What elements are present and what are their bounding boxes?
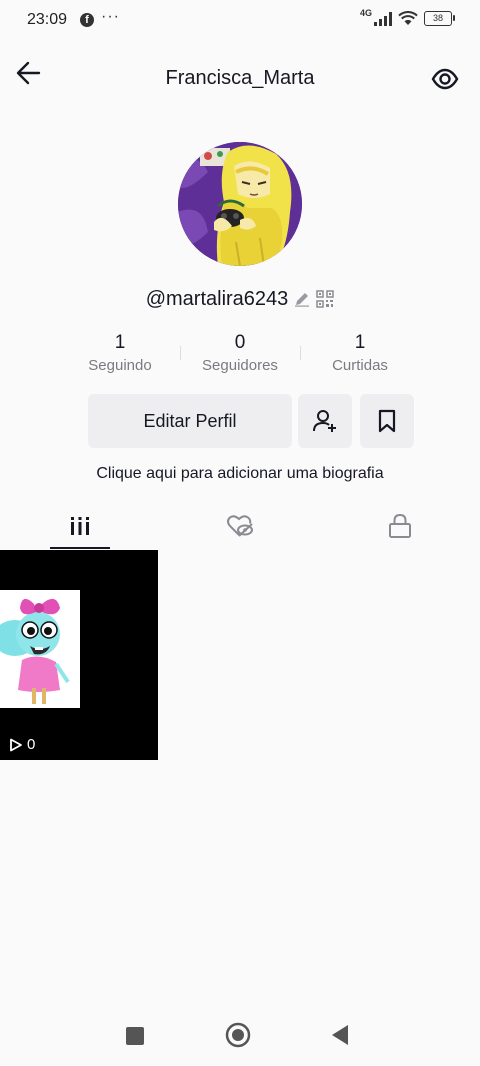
bio-prompt[interactable]: Clique aqui para adicionar uma biografia xyxy=(0,465,480,483)
page-title: Francisca_Marta xyxy=(165,67,315,89)
view-count: 0 xyxy=(27,736,36,753)
wifi-icon xyxy=(398,11,418,25)
profile-stats: 1 Seguindo 0 Seguidores 1 Curtidas xyxy=(60,332,420,374)
qr-code-icon[interactable] xyxy=(316,290,335,308)
cartoon-character-image xyxy=(0,590,80,708)
active-tab-indicator xyxy=(50,547,110,549)
status-bar: 23:09 f ··· 4G 38 xyxy=(0,0,480,42)
stat-likes[interactable]: 1 Curtidas xyxy=(300,332,420,374)
home-button[interactable] xyxy=(225,1022,251,1053)
avatar-illustration xyxy=(178,142,302,266)
video-preview-image xyxy=(0,590,80,708)
tab-videos[interactable] xyxy=(0,502,160,550)
videos-grid-icon xyxy=(71,517,89,535)
stat-followers[interactable]: 0 Seguidores xyxy=(180,332,300,374)
more-notifications-icon: ··· xyxy=(101,8,120,25)
content-tabs xyxy=(0,502,480,550)
stat-label: Curtidas xyxy=(332,357,388,374)
battery-icon: 38 xyxy=(424,11,455,26)
avatar[interactable] xyxy=(178,142,302,266)
add-user-icon xyxy=(313,410,336,432)
home-circle-icon xyxy=(225,1022,251,1048)
stat-label: Seguidores xyxy=(202,357,278,374)
stat-value: 0 xyxy=(234,332,246,353)
system-back-button[interactable] xyxy=(330,1024,350,1051)
system-navigation-bar xyxy=(0,1010,480,1066)
back-triangle-icon xyxy=(332,1025,348,1045)
tab-liked[interactable] xyxy=(160,502,320,550)
facebook-notification-icon: f xyxy=(80,13,94,27)
stat-label: Seguindo xyxy=(88,357,152,374)
status-time: 23:09 xyxy=(27,11,68,28)
add-friends-button[interactable] xyxy=(298,394,352,448)
square-icon xyxy=(126,1027,144,1045)
username: @martalira6243 xyxy=(145,287,289,310)
recents-button[interactable] xyxy=(125,1026,145,1051)
signal-icon xyxy=(374,11,392,26)
edit-profile-button[interactable]: Editar Perfil xyxy=(88,394,292,448)
network-type: 4G xyxy=(359,7,372,18)
liked-hidden-icon xyxy=(227,515,253,537)
bookmark-icon xyxy=(378,409,396,433)
favorites-button[interactable] xyxy=(360,394,414,448)
profile-views-button[interactable] xyxy=(430,64,460,94)
eye-icon xyxy=(431,68,459,90)
edit-pencil-icon[interactable] xyxy=(294,291,310,307)
lock-icon xyxy=(389,513,411,538)
video-view-count: 0 xyxy=(9,736,35,753)
stat-value: 1 xyxy=(114,332,126,353)
tab-private[interactable] xyxy=(320,502,480,550)
play-icon xyxy=(10,738,22,751)
profile-actions: Editar Perfil xyxy=(88,394,414,448)
video-thumbnail[interactable]: 0 xyxy=(0,550,158,760)
stat-value: 1 xyxy=(354,332,366,353)
top-nav: Francisca_Marta xyxy=(0,52,480,104)
username-row: @martalira6243 xyxy=(0,286,480,312)
stat-following[interactable]: 1 Seguindo xyxy=(60,332,180,374)
status-indicators: 4G 38 xyxy=(359,7,455,26)
